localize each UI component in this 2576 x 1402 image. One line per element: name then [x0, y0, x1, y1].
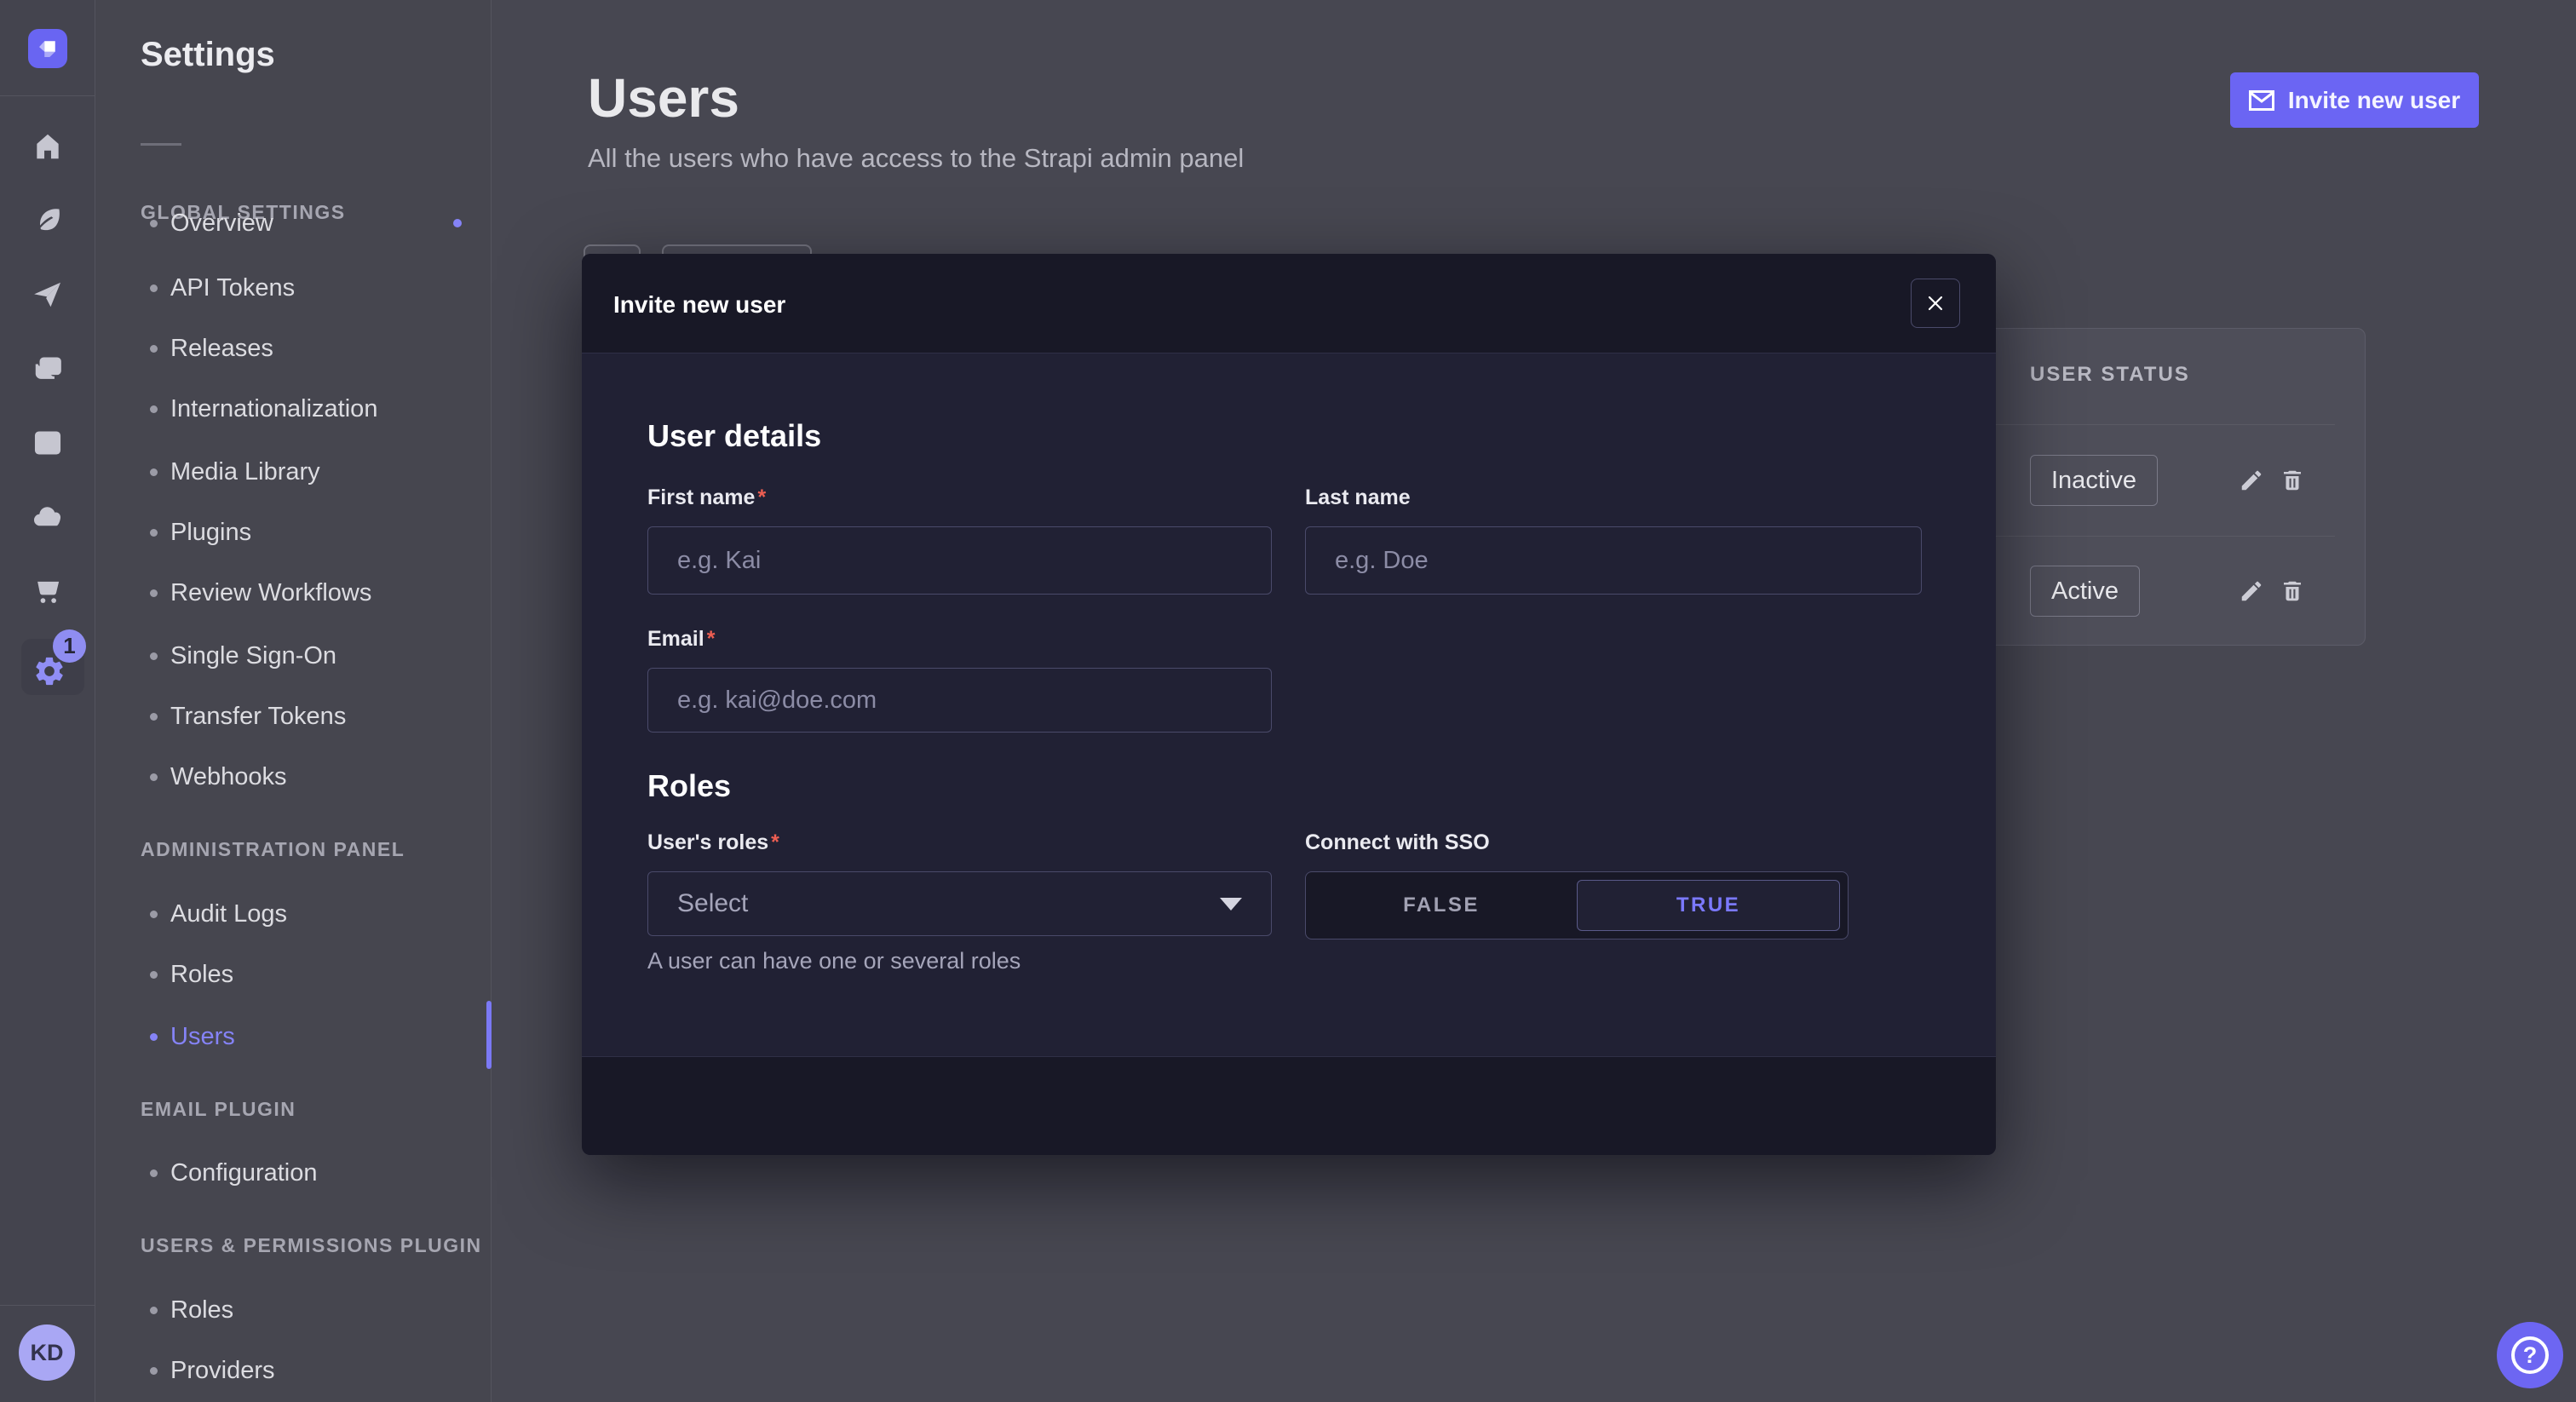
settings-notification-badge: 1 — [53, 629, 86, 663]
invite-new-user-button[interactable]: Invite new user — [2230, 72, 2479, 128]
sidebar-item-providers[interactable]: Providers — [95, 1343, 491, 1398]
email-label: Email* — [647, 627, 715, 652]
sidebar-item-media-library[interactable]: Media Library — [95, 445, 491, 499]
status-badge: Inactive — [2030, 455, 2158, 506]
close-button[interactable] — [1911, 279, 1960, 328]
sidebar-item-internationalization[interactable]: Internationalization — [95, 382, 491, 436]
layout-icon[interactable] — [0, 412, 95, 474]
notification-dot-icon — [453, 219, 462, 227]
bullet-icon — [150, 405, 158, 413]
section-email-plugin: EMAIL PLUGIN — [141, 1098, 296, 1121]
bullet-icon — [150, 1367, 158, 1375]
section-administration-panel: ADMINISTRATION PANEL — [141, 838, 405, 861]
images-icon[interactable] — [0, 338, 95, 399]
bullet-icon — [150, 1307, 158, 1314]
delete-icon[interactable] — [2270, 569, 2314, 613]
page-title: Users — [588, 66, 739, 129]
bullet-icon — [150, 529, 158, 537]
cloud-icon[interactable] — [0, 486, 95, 548]
edit-icon[interactable] — [2229, 569, 2274, 613]
users-roles-label: User's roles* — [647, 830, 779, 855]
home-icon[interactable] — [0, 116, 95, 177]
close-icon — [1925, 293, 1946, 313]
envelope-icon — [2249, 90, 2274, 111]
section-users-permissions-plugin: USERS & PERMISSIONS PLUGIN — [141, 1234, 482, 1257]
rail-divider-bottom — [0, 1305, 95, 1306]
bullet-icon — [150, 652, 158, 660]
last-name-label: Last name — [1305, 486, 1411, 510]
sidebar-item-configuration[interactable]: Configuration — [95, 1146, 491, 1200]
bullet-icon — [150, 713, 158, 721]
edit-icon[interactable] — [2229, 458, 2274, 503]
sso-toggle-false[interactable]: FALSE — [1306, 872, 1577, 939]
chevron-down-icon — [1220, 898, 1242, 911]
bullet-icon — [150, 911, 158, 918]
sidebar-item-review-workflows[interactable]: Review Workflows — [95, 566, 491, 620]
sidebar-item-plugins[interactable]: Plugins — [95, 505, 491, 560]
feather-icon[interactable] — [0, 190, 95, 251]
last-name-field[interactable] — [1305, 526, 1922, 595]
required-asterisk: * — [768, 830, 779, 854]
paper-plane-icon[interactable] — [0, 264, 95, 325]
sidebar-item-webhooks[interactable]: Webhooks — [95, 750, 491, 804]
required-asterisk: * — [755, 486, 766, 509]
strapi-logo[interactable] — [28, 29, 67, 68]
strapi-admin-app: 1 KD Settings GLOBAL SETTINGS Overview A… — [0, 0, 2576, 1402]
settings-sidebar: Settings GLOBAL SETTINGS Overview API To… — [95, 0, 492, 1402]
bullet-icon — [150, 773, 158, 781]
sidebar-scrollbar[interactable] — [486, 1001, 492, 1069]
delete-icon[interactable] — [2270, 458, 2314, 503]
roles-heading: Roles — [647, 768, 731, 804]
bullet-icon — [150, 220, 158, 227]
rail-divider-top — [0, 95, 95, 96]
sidebar-item-transfer-tokens[interactable]: Transfer Tokens — [95, 689, 491, 744]
cart-icon[interactable] — [0, 560, 95, 622]
strapi-logo-icon — [35, 36, 60, 61]
sidebar-item-api-tokens[interactable]: API Tokens — [95, 261, 491, 315]
first-name-label: First name* — [647, 486, 766, 510]
modal-footer — [582, 1056, 1996, 1155]
question-mark-icon: ? — [2511, 1336, 2549, 1374]
bullet-icon — [150, 284, 158, 292]
sidebar-title: Settings — [141, 36, 275, 74]
bullet-icon — [150, 1169, 158, 1177]
help-button[interactable]: ? — [2497, 1322, 2563, 1388]
bullet-icon — [150, 468, 158, 476]
sso-toggle: FALSE TRUE — [1305, 871, 1849, 939]
roles-hint: A user can have one or several roles — [647, 948, 1021, 974]
page-subtitle: All the users who have access to the Str… — [588, 143, 1244, 174]
user-details-heading: User details — [647, 418, 821, 454]
invite-new-user-modal: Invite new user User details First name*… — [582, 254, 1996, 1155]
sidebar-item-roles-up[interactable]: Roles — [95, 1283, 491, 1337]
icon-rail: 1 KD — [0, 0, 95, 1402]
modal-header: Invite new user — [582, 254, 1996, 353]
bullet-icon — [150, 345, 158, 353]
bullet-icon — [150, 1033, 158, 1041]
roles-select[interactable]: Select — [647, 871, 1272, 936]
sidebar-item-users[interactable]: Users — [95, 1009, 491, 1064]
sidebar-title-divider — [141, 143, 181, 146]
first-name-field[interactable] — [647, 526, 1272, 595]
sidebar-item-roles-admin[interactable]: Roles — [95, 947, 491, 1002]
sidebar-item-releases[interactable]: Releases — [95, 321, 491, 376]
bullet-icon — [150, 971, 158, 979]
sidebar-item-single-sign-on[interactable]: Single Sign-On — [95, 629, 491, 683]
bullet-icon — [150, 589, 158, 597]
sidebar-item-audit-logs[interactable]: Audit Logs — [95, 887, 491, 941]
column-header-user-status: USER STATUS — [2030, 363, 2190, 387]
sso-toggle-true[interactable]: TRUE — [1577, 880, 1840, 931]
status-badge: Active — [2030, 566, 2140, 617]
sidebar-item-overview[interactable]: Overview — [95, 196, 491, 250]
connect-with-sso-label: Connect with SSO — [1305, 830, 1490, 855]
modal-title: Invite new user — [613, 291, 785, 319]
user-avatar[interactable]: KD — [19, 1324, 75, 1381]
required-asterisk: * — [704, 627, 716, 651]
email-field[interactable] — [647, 668, 1272, 733]
